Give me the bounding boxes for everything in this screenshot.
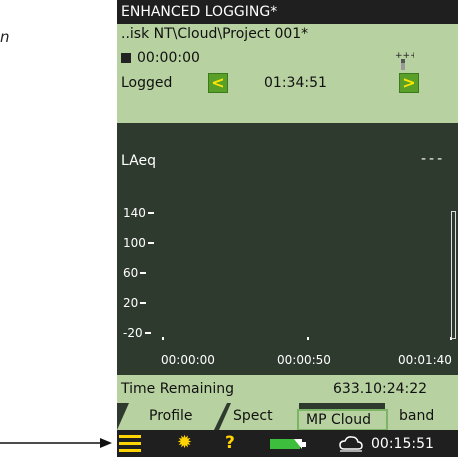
battery-icon[interactable] [270, 436, 308, 450]
mp-cloud-popup[interactable]: MP Cloud [297, 409, 388, 431]
tab-band[interactable]: band [385, 403, 458, 430]
logged-time: 01:34:51 [264, 75, 327, 91]
parameter-value: --- [421, 151, 446, 167]
project-path[interactable]: ..isk NT\Cloud\Project 001* [121, 26, 308, 42]
time-remaining-label: Time Remaining [121, 381, 235, 397]
y-tick-label: 60 [123, 266, 146, 280]
tab-profile[interactable]: Profile [117, 403, 227, 430]
sound-level-meter-screen: ENHANCED LOGGING* ..isk NT\Cloud\Project… [117, 0, 458, 457]
arrow-icon [0, 438, 112, 448]
clock: 00:15:51 [371, 436, 434, 452]
stop-icon [121, 53, 131, 63]
level-bar [451, 211, 456, 339]
y-tick-label: 20 [123, 296, 146, 310]
time-remaining-value: 633.10:24:22 [333, 381, 428, 397]
y-tick-label: 100 [123, 236, 154, 250]
tab-bar: Profile Spect band [117, 403, 458, 430]
next-button[interactable]: > [399, 73, 419, 93]
status-bar: ✹ ? 00:15:51 [117, 430, 458, 457]
help-icon[interactable]: ? [225, 433, 235, 453]
tab-spectrum[interactable]: Spect [219, 403, 299, 430]
previous-button[interactable]: < [208, 73, 228, 93]
y-tick-label: -20 [123, 326, 151, 340]
profile-graph[interactable]: LAeq --- 140 100 60 20 -20 00:00:00 00:0… [117, 123, 458, 375]
timer-value: 00:00:00 [137, 50, 200, 66]
elapsed-timer: 00:00:00 [121, 50, 200, 66]
logged-label: Logged [121, 75, 173, 91]
graph-point [162, 337, 164, 340]
info-panel: ..isk NT\Cloud\Project 001* 00:00:00 +++… [117, 24, 458, 123]
graph-point [307, 337, 309, 340]
cloud-icon[interactable] [339, 434, 363, 452]
light-icon[interactable]: ✹ [177, 434, 192, 452]
title-bar: ENHANCED LOGGING* [117, 0, 458, 24]
time-remaining-row: Time Remaining 633.10:24:22 [117, 375, 458, 403]
figure-label: n [0, 28, 10, 46]
y-tick-label: 140 [123, 206, 154, 220]
x-tick-label: 00:01:40 [398, 353, 452, 367]
gps-icon: +++ [395, 51, 414, 70]
x-tick-label: 00:00:00 [161, 353, 215, 367]
svg-text:+++: +++ [395, 51, 414, 61]
menu-icon[interactable] [119, 435, 141, 452]
x-tick-label: 00:00:50 [277, 353, 331, 367]
parameter-label[interactable]: LAeq [121, 153, 156, 169]
